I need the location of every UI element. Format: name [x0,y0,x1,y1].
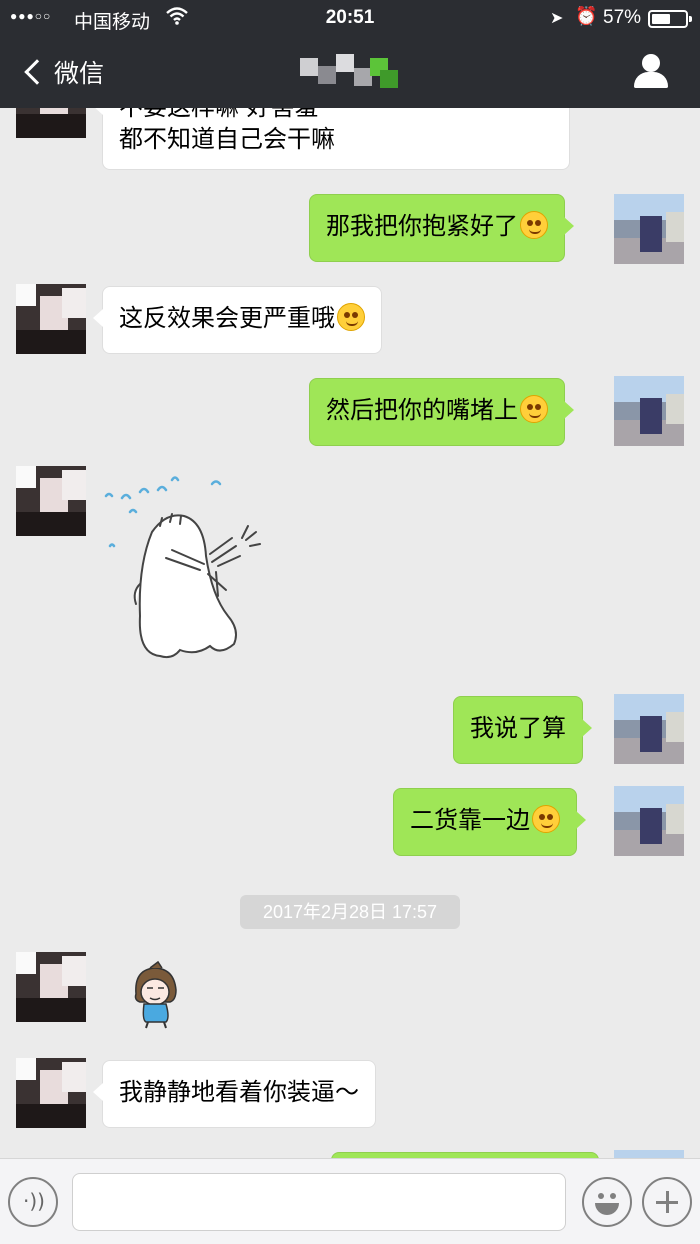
heart-eyes-emoji-icon [520,395,548,423]
more-actions-button[interactable] [642,1177,692,1227]
battery-fill [652,14,670,24]
voice-input-button[interactable]: ·)) [8,1177,58,1227]
location-arrow-icon: ➤ [550,10,564,27]
contact-avatar[interactable] [16,1058,86,1128]
message-text: 这反效果会更严重哦 [119,304,335,332]
message-input[interactable] [72,1173,566,1231]
message-text: 我说了算 [470,714,566,742]
message-bubble-sent[interactable]: 然后把你的嘴堵上 [309,378,574,446]
message-text: 都不知道自己会干嘛 [119,125,335,153]
smiley-icon [595,1203,619,1215]
back-button[interactable]: 微信 [18,50,104,94]
grin-emoji-icon [337,303,365,331]
message-text: 我静静地看着你装逼～ [119,1078,359,1106]
my-avatar[interactable] [614,194,684,264]
girl-cartoon-sticker[interactable] [126,960,186,1034]
status-bar: ●●●○○ 中国移动 20:51 ➤ ⏰ 57% [0,0,700,36]
voice-wave-icon: ·)) [23,1189,45,1213]
message-input-bar: ·)) [0,1158,700,1244]
message-text: 不要这样嘛 好害羞 [119,108,553,123]
message-bubble-received[interactable]: 不要这样嘛 好害羞 都不知道自己会干嘛 [93,108,570,170]
contact-avatar[interactable] [16,466,86,536]
contact-avatar[interactable] [16,952,86,1022]
my-avatar[interactable] [614,786,684,856]
message-bubble-received[interactable]: 我静静地看着你装逼～ [93,1060,376,1128]
message-bubble-received[interactable]: 这反效果会更严重哦 [93,286,382,354]
battery-icon [648,10,692,28]
contact-avatar[interactable] [16,108,86,138]
contact-profile-icon[interactable] [630,52,672,94]
message-timestamp: 2017年2月28日 17:57 [240,895,460,929]
back-label: 微信 [54,59,105,88]
message-text: 二货靠一边 [410,806,530,834]
chat-title-pixelated [300,54,400,90]
my-avatar[interactable] [614,694,684,764]
message-bubble-sent[interactable]: 我说了算 [453,696,592,764]
message-bubble-sent[interactable]: 那我把你抱紧好了 [309,194,574,262]
heart-eyes-emoji-icon [520,211,548,239]
eye-roll-emoji-icon [532,805,560,833]
message-bubble-sent[interactable]: 二货靠一边 [393,788,586,856]
crying-cartoon-sticker[interactable] [100,466,290,670]
chevron-left-icon [24,59,50,85]
message-text: 那我把你抱紧好了 [326,212,518,240]
my-avatar[interactable] [614,376,684,446]
battery-percentage: 57% [603,7,642,28]
contact-avatar[interactable] [16,284,86,354]
message-list[interactable]: 不要这样嘛 好害羞 都不知道自己会干嘛 那我把你抱紧好了 这反效果会更严重哦 然… [0,108,700,1158]
my-avatar[interactable] [614,1150,684,1158]
alarm-clock-icon: ⏰ [575,6,598,26]
emoji-picker-button[interactable] [582,1177,632,1227]
chat-nav-bar: 微信 [0,36,700,108]
message-text: 然后把你的嘴堵上 [326,396,518,424]
